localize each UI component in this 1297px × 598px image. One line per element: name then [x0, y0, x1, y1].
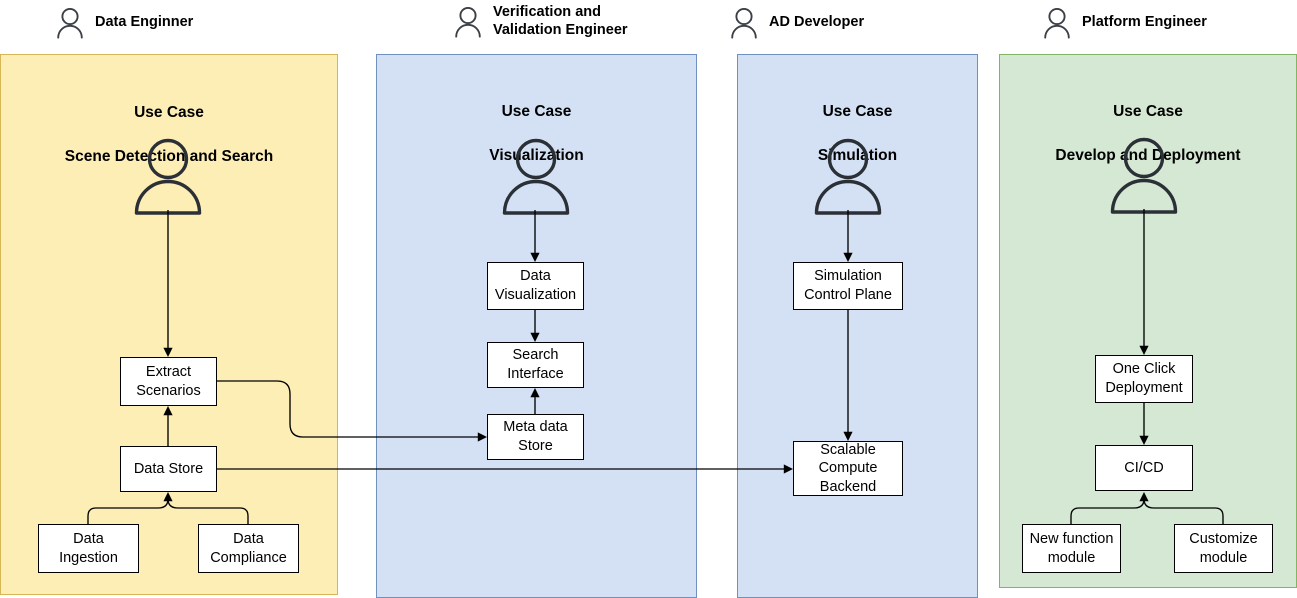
- actor-header-platform-engineer: Platform Engineer: [1042, 1, 1207, 45]
- person-icon: [57, 7, 83, 39]
- person-icon-ad-developer: [814, 138, 882, 215]
- actor-label: Verification and Validation Engineer: [493, 4, 628, 38]
- person-icon-platform-engineer: [1110, 137, 1178, 214]
- actor-header-vv-engineer: Verification and Validation Engineer: [453, 0, 628, 44]
- node-new-function-module[interactable]: New function module: [1022, 524, 1121, 573]
- node-data-store[interactable]: Data Store: [120, 446, 217, 492]
- lane-scene-detection: Use Case Scene Detection and Search: [0, 54, 338, 595]
- lane-visualization: Use Case Visualization: [376, 54, 697, 598]
- node-data-compliance[interactable]: Data Compliance: [198, 524, 299, 573]
- node-simulation-control-plane[interactable]: Simulation Control Plane: [793, 262, 903, 310]
- node-customize-module[interactable]: Customize module: [1174, 524, 1273, 573]
- actor-label: Data Enginner: [95, 14, 194, 31]
- person-icon: [455, 6, 481, 38]
- node-search-interface[interactable]: Search Interface: [487, 342, 584, 388]
- node-extract-scenarios[interactable]: Extract Scenarios: [120, 357, 217, 406]
- actor-header-data-engineer: Data Enginner: [55, 1, 193, 45]
- person-icon: [1044, 7, 1070, 39]
- actor-label: Platform Engineer: [1082, 14, 1207, 31]
- actor-label: AD Developer: [769, 14, 865, 31]
- lane-simulation: Use Case Simulation: [737, 54, 978, 598]
- node-data-ingestion[interactable]: Data Ingestion: [38, 524, 139, 573]
- person-icon-data-engineer: [134, 138, 202, 215]
- node-one-click-deployment[interactable]: One Click Deployment: [1095, 355, 1193, 403]
- lane-develop-deployment: Use Case Develop and Deployment: [999, 54, 1297, 588]
- diagram-canvas: Data Enginner Verification and Validatio…: [0, 0, 1297, 598]
- person-icon: [731, 7, 757, 39]
- person-icon-vv-engineer: [502, 138, 570, 215]
- actor-header-ad-developer: AD Developer: [729, 1, 864, 45]
- node-meta-data-store[interactable]: Meta data Store: [487, 414, 584, 460]
- node-ci-cd[interactable]: CI/CD: [1095, 445, 1193, 491]
- node-data-visualization[interactable]: Data Visualization: [487, 262, 584, 310]
- node-scalable-compute-backend[interactable]: Scalable Compute Backend: [793, 441, 903, 496]
